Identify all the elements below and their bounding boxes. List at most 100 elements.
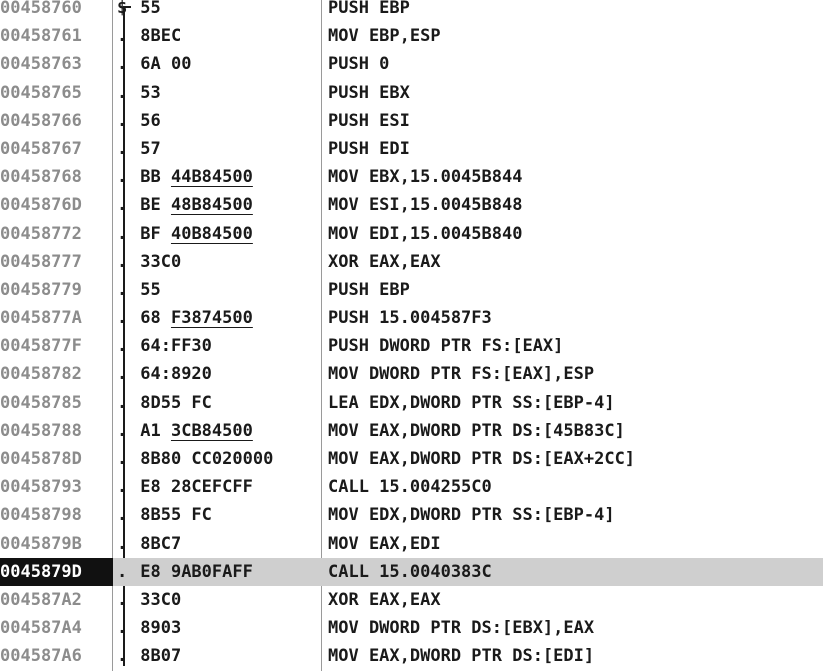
instruction-row[interactable]: 0045878D. 8B80 CC020000 MOV EAX,DWORD PTR… <box>0 445 823 473</box>
instruction-row[interactable]: 00458768. BB 44B84500 MOV EBX,15.0045B844 <box>0 163 823 191</box>
instruction-text[interactable]: MOV DWORD PTR DS:[EBX],EAX <box>328 614 594 642</box>
hex-dump-cell[interactable]: . E8 28CEFCFF <box>113 473 323 501</box>
address-cell[interactable]: 00458767 <box>0 135 113 163</box>
address-cell[interactable]: 00458763 <box>0 50 113 78</box>
instruction-text[interactable]: PUSH EBP <box>328 0 410 22</box>
instruction-text[interactable]: PUSH 0 <box>328 50 389 78</box>
hex-dump-cell[interactable]: . 56 <box>113 107 323 135</box>
instruction-row[interactable]: 00458763. 6A 00 PUSH 0 <box>0 50 823 78</box>
address-cell[interactable]: 00458765 <box>0 79 113 107</box>
address-cell[interactable]: 00458760 <box>0 0 113 22</box>
instruction-row[interactable]: 00458777. 33C0 XOR EAX,EAX <box>0 248 823 276</box>
address-cell[interactable]: 004587A6 <box>0 642 113 670</box>
hex-dump-cell[interactable]: . 33C0 <box>113 248 323 276</box>
hex-dump-cell[interactable]: . A1 3CB84500 <box>113 417 323 445</box>
instruction-row[interactable]: 004587A4. 8903 MOV DWORD PTR DS:[EBX],EAX <box>0 614 823 642</box>
instruction-text[interactable]: MOV EAX,DWORD PTR DS:[45B83C] <box>328 417 625 445</box>
address-cell[interactable]: 00458798 <box>0 501 113 529</box>
hex-dump-cell[interactable]: . 8BEC <box>113 22 323 50</box>
instruction-text[interactable]: PUSH DWORD PTR FS:[EAX] <box>328 332 563 360</box>
address-cell[interactable]: 00458777 <box>0 248 113 276</box>
instruction-row[interactable]: 00458767. 57 PUSH EDI <box>0 135 823 163</box>
hex-dump-cell[interactable]: . 53 <box>113 79 323 107</box>
instruction-text[interactable]: MOV EDX,DWORD PTR SS:[EBP-4] <box>328 501 615 529</box>
operand-address-link[interactable]: 44B84500 <box>171 167 253 187</box>
hex-dump-cell[interactable]: . 8D55 FC <box>113 389 323 417</box>
address-cell[interactable]: 00458782 <box>0 360 113 388</box>
address-cell[interactable]: 00458779 <box>0 276 113 304</box>
instruction-text[interactable]: CALL 15.004255C0 <box>328 473 492 501</box>
instruction-row-selected[interactable]: 0045879D. E8 9AB0FAFF CALL 15.0040383C <box>0 557 823 586</box>
instruction-text[interactable]: MOV EAX,DWORD PTR DS:[EAX+2CC] <box>328 445 635 473</box>
hex-dump-cell[interactable]: . BF 40B84500 <box>113 220 323 248</box>
instruction-row[interactable]: 00458766. 56 PUSH ESI <box>0 107 823 135</box>
instruction-row[interactable]: 00458772. BF 40B84500 MOV EDI,15.0045B840 <box>0 220 823 248</box>
instruction-row[interactable]: 00458782. 64:8920 MOV DWORD PTR FS:[EAX],… <box>0 360 823 388</box>
instruction-text[interactable]: XOR EAX,EAX <box>328 248 441 276</box>
instruction-row[interactable]: 0045879B. 8BC7 MOV EAX,EDI <box>0 530 823 558</box>
hex-dump-cell[interactable]: . 55 <box>113 276 323 304</box>
hex-dump-cell[interactable]: . 8BC7 <box>113 530 323 558</box>
instruction-text[interactable]: PUSH EDI <box>328 135 410 163</box>
instruction-text[interactable]: PUSH EBP <box>328 276 410 304</box>
hex-dump-cell[interactable]: . BE 48B84500 <box>113 191 323 219</box>
address-cell[interactable]: 0045879B <box>0 530 113 558</box>
hex-dump-cell[interactable]: . 8B07 <box>113 642 323 670</box>
address-cell[interactable]: 004587A2 <box>0 586 113 614</box>
hex-dump-cell[interactable]: $ 55 <box>113 0 323 22</box>
hex-dump-cell[interactable]: . 64:FF30 <box>113 332 323 360</box>
hex-dump-cell[interactable]: . 33C0 <box>113 586 323 614</box>
address-cell[interactable]: 0045876D <box>0 191 113 219</box>
instruction-row[interactable]: 004587A2. 33C0 XOR EAX,EAX <box>0 586 823 614</box>
operand-address-link[interactable]: 48B84500 <box>171 195 253 215</box>
address-cell[interactable]: 00458772 <box>0 220 113 248</box>
instruction-text[interactable]: MOV EAX,DWORD PTR DS:[EDI] <box>328 642 594 670</box>
instruction-row[interactable]: 00458798. 8B55 FC MOV EDX,DWORD PTR SS:[E… <box>0 501 823 529</box>
instruction-row[interactable]: 00458760 $ 55 PUSH EBP <box>0 0 823 22</box>
hex-dump-cell[interactable]: . 68 F3874500 <box>113 304 323 332</box>
instruction-text[interactable]: PUSH EBX <box>328 79 410 107</box>
hex-dump-cell[interactable]: . 8B55 FC <box>113 501 323 529</box>
address-cell[interactable]: 00458766 <box>0 107 113 135</box>
instruction-row[interactable]: 00458765. 53 PUSH EBX <box>0 79 823 107</box>
hex-dump-cell[interactable]: . 8903 <box>113 614 323 642</box>
instruction-text[interactable]: XOR EAX,EAX <box>328 586 441 614</box>
address-cell[interactable]: 00458761 <box>0 22 113 50</box>
hex-dump-cell[interactable]: . E8 9AB0FAFF <box>113 558 323 586</box>
address-cell[interactable]: 00458768 <box>0 163 113 191</box>
address-cell[interactable]: 0045877F <box>0 332 113 360</box>
instruction-text[interactable]: MOV EDI,15.0045B840 <box>328 220 522 248</box>
instruction-text[interactable]: MOV ESI,15.0045B848 <box>328 191 522 219</box>
hex-dump-cell[interactable]: . 6A 00 <box>113 50 323 78</box>
instruction-text[interactable]: MOV EBX,15.0045B844 <box>328 163 522 191</box>
instruction-row[interactable]: 00458793. E8 28CEFCFF CALL 15.004255C0 <box>0 473 823 501</box>
operand-address-link[interactable]: 40B84500 <box>171 224 253 244</box>
instruction-text[interactable]: MOV EAX,EDI <box>328 530 441 558</box>
instruction-text[interactable]: MOV EBP,ESP <box>328 22 441 50</box>
hex-dump-cell[interactable]: . BB 44B84500 <box>113 163 323 191</box>
address-cell[interactable]: 0045879D <box>0 557 113 586</box>
disassembly-pane[interactable]: 00458760 $ 55 PUSH EBP 00458761. 8BEC MOV EB… <box>0 0 823 671</box>
instruction-row[interactable]: 004587A6. 8B07 MOV EAX,DWORD PTR DS:[EDI] <box>0 642 823 670</box>
hex-dump-cell[interactable]: . 64:8920 <box>113 360 323 388</box>
instruction-row[interactable]: 00458779. 55 PUSH EBP <box>0 276 823 304</box>
instruction-row[interactable]: 0045876D. BE 48B84500 MOV ESI,15.0045B848 <box>0 191 823 219</box>
instruction-text[interactable]: MOV DWORD PTR FS:[EAX],ESP <box>328 360 594 388</box>
hex-dump-cell[interactable]: . 57 <box>113 135 323 163</box>
instruction-text[interactable]: PUSH ESI <box>328 107 410 135</box>
address-cell[interactable]: 0045877A <box>0 304 113 332</box>
address-cell[interactable]: 004587A4 <box>0 614 113 642</box>
operand-address-link[interactable]: 3CB84500 <box>171 421 253 441</box>
address-cell[interactable]: 0045878D <box>0 445 113 473</box>
address-cell[interactable]: 00458785 <box>0 389 113 417</box>
instruction-text[interactable]: PUSH 15.004587F3 <box>328 304 492 332</box>
operand-address-link[interactable]: F3874500 <box>171 308 253 328</box>
instruction-row[interactable]: 00458785. 8D55 FC LEA EDX,DWORD PTR SS:[E… <box>0 389 823 417</box>
instruction-text[interactable]: LEA EDX,DWORD PTR SS:[EBP-4] <box>328 389 615 417</box>
instruction-text[interactable]: CALL 15.0040383C <box>328 558 492 586</box>
instruction-row[interactable]: 00458788. A1 3CB84500 MOV EAX,DWORD PTR D… <box>0 417 823 445</box>
instruction-row[interactable]: 00458761. 8BEC MOV EBP,ESP <box>0 22 823 50</box>
address-cell[interactable]: 00458793 <box>0 473 113 501</box>
instruction-row[interactable]: 0045877F. 64:FF30 PUSH DWORD PTR FS:[EAX] <box>0 332 823 360</box>
address-cell[interactable]: 00458788 <box>0 417 113 445</box>
